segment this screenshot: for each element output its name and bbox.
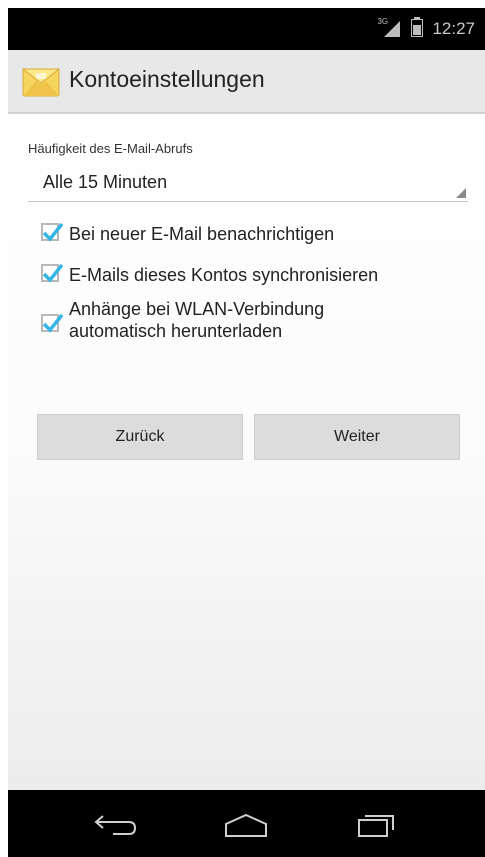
- sync-checkbox[interactable]: [41, 263, 64, 283]
- notify-checkbox[interactable]: [41, 222, 64, 242]
- battery-icon: [411, 16, 424, 42]
- status-icons: 3G 12:27: [377, 8, 475, 50]
- recents-icon[interactable]: [355, 812, 397, 838]
- signal-icon: 3G: [377, 17, 402, 38]
- navigation-bar: [8, 790, 485, 857]
- attachments-checkbox[interactable]: [41, 313, 64, 333]
- clock: 12:27: [432, 19, 475, 38]
- checkmark-icon: [42, 263, 64, 283]
- attachments-label: Anhänge bei WLAN-Verbindung automatisch …: [69, 299, 325, 341]
- notify-label: Bei neuer E-Mail benachrichtigen: [69, 224, 335, 244]
- email-app-icon[interactable]: [21, 66, 61, 98]
- phone-screen: 3G 12:27 Kontoeinstellungen Häufigkeit d…: [8, 8, 485, 857]
- frequency-label: Häufigkeit des E-Mail-Abrufs: [28, 141, 193, 156]
- page-title: Kontoeinstellungen: [69, 66, 265, 92]
- home-icon[interactable]: [223, 812, 269, 838]
- next-button[interactable]: Weiter: [254, 414, 460, 460]
- spinner-arrow-icon: [456, 188, 466, 198]
- sync-label: E-Mails dieses Kontos synchronisieren: [69, 265, 379, 285]
- notify-option[interactable]: Bei neuer E-Mail benachrichtigen: [41, 222, 335, 245]
- checkmark-icon: [42, 222, 64, 242]
- checkmark-icon: [42, 313, 64, 333]
- back-icon[interactable]: [93, 812, 139, 836]
- settings-content: Häufigkeit des E-Mail-Abrufs Alle 15 Min…: [8, 114, 485, 790]
- back-button[interactable]: Zurück: [37, 414, 243, 460]
- sync-option[interactable]: E-Mails dieses Kontos synchronisieren: [41, 263, 379, 286]
- frequency-value: Alle 15 Minuten: [43, 172, 168, 192]
- attachments-option[interactable]: Anhänge bei WLAN-Verbindung automatisch …: [41, 298, 369, 342]
- frequency-spinner[interactable]: Alle 15 Minuten: [28, 166, 468, 202]
- action-bar: Kontoeinstellungen: [8, 50, 485, 114]
- status-bar: 3G 12:27: [8, 8, 485, 50]
